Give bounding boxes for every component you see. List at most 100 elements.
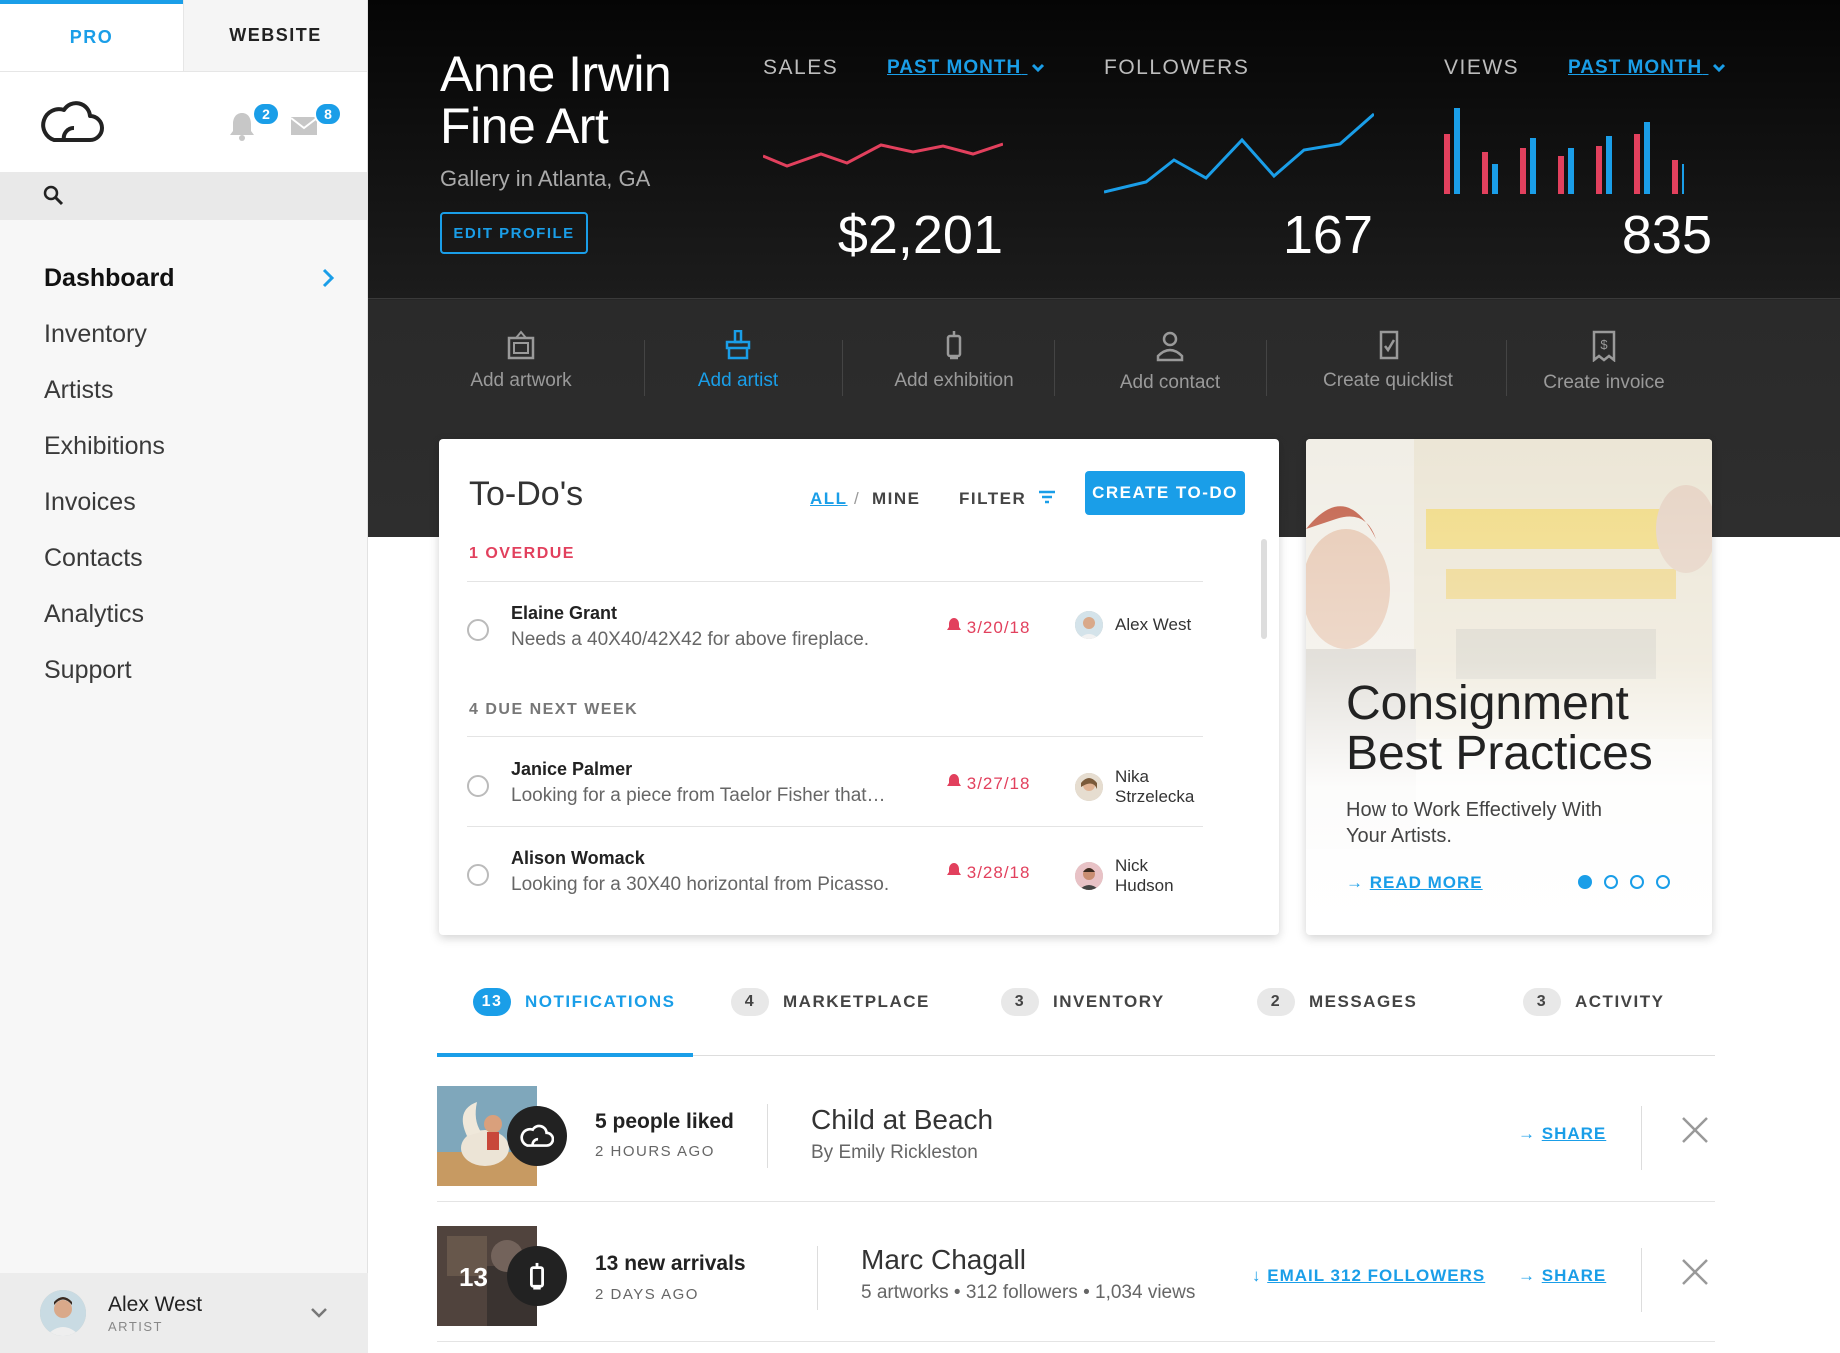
divider [644,340,645,396]
views-period-dropdown[interactable]: PAST MONTH [1568,57,1726,79]
header-divider [368,298,1840,299]
close-icon[interactable] [1675,1252,1715,1292]
todo-assignee: Nick Hudson [1075,856,1203,896]
search-icon [43,185,64,206]
tab-activity[interactable]: 3 ACTIVITY [1523,988,1664,1016]
todo-contact: Alison Womack [511,848,645,868]
nav-support[interactable]: Support [0,642,367,698]
tab-label: ACTIVITY [1575,992,1665,1011]
todo-checkbox[interactable] [467,619,489,641]
filter-mine[interactable]: MINE [872,489,921,509]
filter-separator: / [854,489,861,508]
promo-card[interactable]: Consignment Best Practices How to Work E… [1306,439,1712,935]
sales-period-dropdown[interactable]: PAST MONTH [887,57,1045,79]
notification-time: 2 DAYS AGO [595,1286,699,1303]
edit-profile-button[interactable]: EDIT PROFILE [440,212,588,254]
promo-title-line-1: Consignment [1346,677,1629,730]
search-bar[interactable] [0,172,367,220]
carousel-dot[interactable] [1656,875,1670,889]
user-menu[interactable]: Alex West ARTIST [0,1273,368,1353]
nav-exhibitions[interactable]: Exhibitions [0,418,367,474]
nav-label: Artists [44,375,114,404]
nav-artists[interactable]: Artists [0,362,367,418]
add-exhibition-action[interactable]: Add exhibition [864,330,1044,392]
tab-inventory[interactable]: 3 INVENTORY [1001,988,1165,1016]
tab-messages[interactable]: 2 MESSAGES [1257,988,1417,1016]
add-contact-action[interactable]: Add contact [1080,330,1260,394]
messages-inbox[interactable]: 8 [290,102,342,154]
todo-contact: Elaine Grant [511,603,618,623]
arrow-right-icon: → [1346,873,1364,892]
todo-checkbox[interactable] [467,864,489,886]
next-week-header: 4 DUE NEXT WEEK [469,701,639,718]
views-bar [1492,164,1498,194]
bell-icon [947,863,961,875]
scrollbar[interactable] [1261,539,1267,639]
nav-label: Inventory [44,319,147,348]
divider [842,340,843,396]
read-more-link[interactable]: → READ MORE [1346,873,1483,893]
views-bar [1672,160,1678,194]
read-more-label: READ MORE [1369,873,1483,892]
arrow-right-icon: → [1518,1124,1536,1143]
carousel-dot[interactable] [1604,875,1618,889]
create-todo-button[interactable]: CREATE TO-DO [1085,471,1245,515]
share-link[interactable]: → SHARE [1518,1124,1606,1144]
tab-count: 13 [473,988,511,1016]
paintbrush-icon [725,330,751,360]
views-bar [1596,146,1602,194]
chevron-down-icon[interactable] [310,1307,328,1319]
tab-website[interactable]: WEBSITE [183,0,367,71]
share-link[interactable]: → SHARE [1518,1266,1606,1286]
artist-name[interactable]: Marc Chagall [861,1244,1026,1276]
todo-item[interactable]: Elaine Grant Needs a 40X40/42X42 for abo… [467,599,1203,659]
arrow-down-icon: ↓ [1252,1266,1262,1285]
carousel-dot[interactable] [1630,875,1644,889]
filter-button[interactable]: FILTER [959,489,1056,509]
action-label: Add exhibition [894,370,1014,391]
filter-label: FILTER [959,489,1027,508]
notification-item[interactable]: 5 people liked 2 HOURS AGO Child at Beac… [437,1062,1715,1202]
todo-assignee: Nika Strzelecka [1075,767,1203,807]
add-artwork-action[interactable]: Add artwork [431,330,611,392]
divider [1641,1248,1642,1312]
user-role: ARTIST [108,1318,163,1334]
todo-checkbox[interactable] [467,775,489,797]
action-label: Add contact [1119,372,1221,393]
todo-item[interactable]: Janice Palmer Looking for a piece from T… [467,755,1203,815]
close-icon[interactable] [1675,1110,1715,1150]
tab-notifications[interactable]: 13 NOTIFICATIONS [473,988,675,1016]
date-text: 3/27/18 [966,774,1031,793]
tab-marketplace[interactable]: 4 MARKETPLACE [731,988,930,1016]
nav-invoices[interactable]: Invoices [0,474,367,530]
views-bar [1634,134,1640,194]
user-name: Alex West [108,1292,203,1316]
tab-pro[interactable]: PRO [0,0,183,71]
date-text: 3/28/18 [966,863,1031,882]
filter-all[interactable]: ALL [810,489,848,509]
notifications-bell[interactable]: 2 [228,102,280,150]
add-artist-action[interactable]: Add artist [648,330,828,392]
create-invoice-action[interactable]: $ Create invoice [1514,330,1694,394]
sales-sparkline [763,142,1003,168]
cloud-logo-icon[interactable] [40,100,104,144]
nav-contacts[interactable]: Contacts [0,530,367,586]
carousel-dot[interactable] [1578,875,1592,889]
nav-dashboard[interactable]: Dashboard [0,250,367,306]
sales-period: PAST MONTH [887,57,1022,78]
person-icon [1156,331,1184,362]
nav-inventory[interactable]: Inventory [0,306,367,362]
share-label: SHARE [1541,1124,1607,1143]
artwork-title[interactable]: Child at Beach [811,1104,993,1136]
promo-title: Consignment Best Practices [1346,679,1653,779]
artist-stats: 5 artworks • 312 followers • 1,034 views [861,1282,1196,1303]
tab-label: NOTIFICATIONS [525,992,676,1011]
messages-badge: 8 [314,102,342,126]
nav-analytics[interactable]: Analytics [0,586,367,642]
create-quicklist-action[interactable]: Create quicklist [1298,330,1478,392]
views-bar [1606,136,1612,194]
notification-item[interactable]: 13 13 new arrivals 2 DAYS AGO Marc Chaga… [437,1202,1715,1342]
todo-item[interactable]: Alison Womack Looking for a 30X40 horizo… [467,844,1203,904]
divider [1266,340,1267,396]
email-followers-link[interactable]: ↓ EMAIL 312 FOLLOWERS [1252,1266,1485,1286]
